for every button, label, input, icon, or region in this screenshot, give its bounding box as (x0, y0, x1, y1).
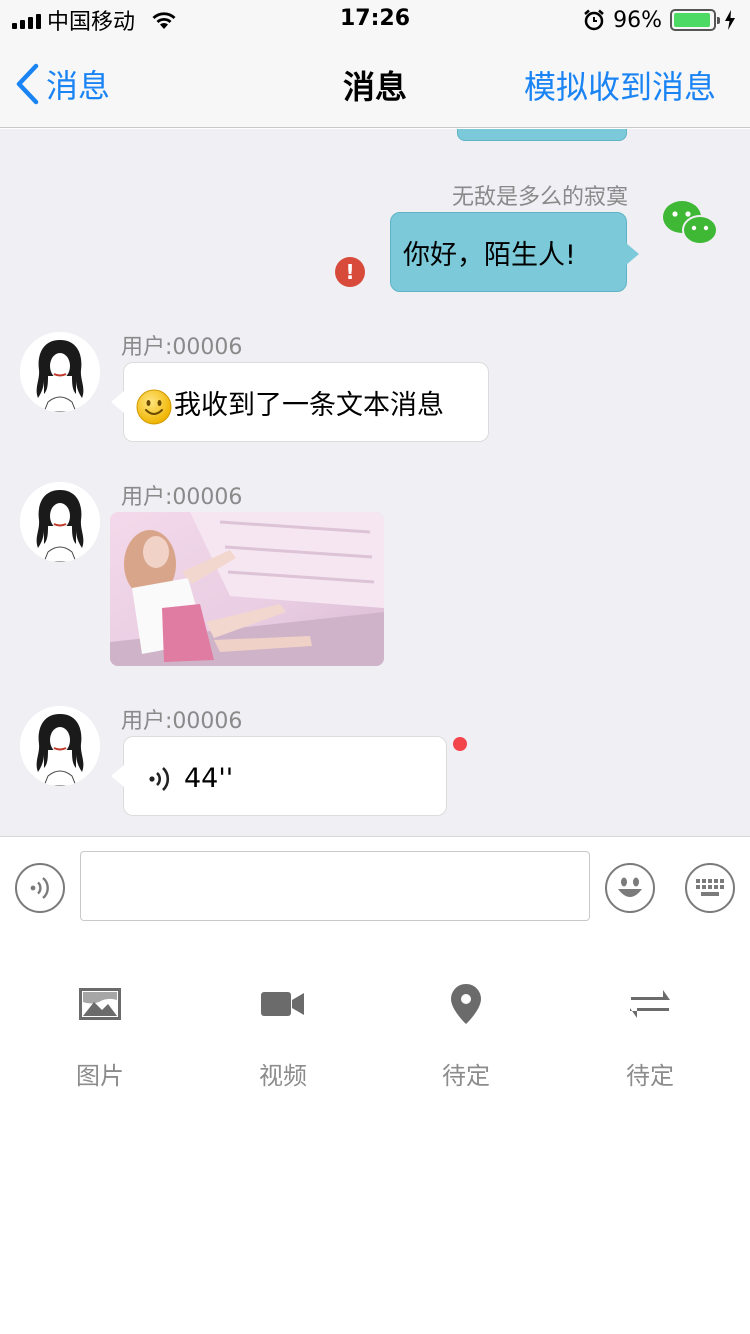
panel-item-video[interactable]: 视频 (223, 980, 343, 1091)
panel-label: 待定 (442, 1062, 490, 1090)
location-pin-icon (451, 984, 481, 1024)
send-error-icon[interactable]: ! (335, 257, 365, 287)
function-panel: 图片 视频 待定 待定 (0, 936, 750, 1334)
alarm-icon (584, 9, 604, 31)
simulate-receive-button[interactable]: 模拟收到消息 (524, 62, 716, 108)
woman-portrait-icon (20, 482, 100, 562)
avatar[interactable] (20, 706, 100, 786)
incoming-sender-name: 用户:00006 (121, 709, 243, 734)
panel-label: 视频 (259, 1062, 307, 1090)
keyboard-icon (696, 879, 724, 896)
smile-emoji-icon (136, 389, 172, 424)
incoming-sender-name: 用户:00006 (121, 485, 243, 510)
charging-bolt-icon (725, 10, 735, 30)
wechat-avatar-icon (663, 201, 718, 245)
panel-label: 图片 (76, 1062, 124, 1090)
image-icon (79, 988, 121, 1020)
photo-thumbnail (110, 512, 384, 666)
voice-message-content: 44'' (124, 737, 446, 794)
image-message[interactable] (110, 512, 384, 666)
emoji-face-icon (618, 877, 642, 897)
panel-item-image[interactable]: 图片 (40, 980, 160, 1091)
emoji-button[interactable] (605, 863, 655, 913)
battery-icon (670, 9, 720, 31)
incoming-text-bubble[interactable]: 我收到了一条文本消息 (111, 362, 489, 442)
chat-area[interactable]: 无敌是多么的寂寞 你好，陌生人! ! 用户:00006 我收到了一条文本消息 用… (0, 129, 750, 836)
message-input[interactable] (80, 851, 590, 921)
battery-percent: 96% (613, 7, 662, 33)
panel-item-swap[interactable]: 待定 (590, 980, 710, 1091)
avatar[interactable] (20, 482, 100, 562)
avatar[interactable] (20, 332, 100, 412)
voice-wave-icon (149, 766, 170, 791)
input-bar (0, 836, 750, 936)
panel-label: 待定 (626, 1062, 674, 1090)
nav-bar: 消息 消息 模拟收到消息 (0, 40, 750, 128)
incoming-text: 我收到了一条文本消息 (174, 390, 444, 421)
video-icon (261, 992, 304, 1016)
incoming-sender-name: 用户:00006 (121, 335, 243, 360)
previous-message-bubble (457, 129, 627, 141)
voice-icon (30, 877, 49, 899)
status-right: 96% (583, 6, 736, 34)
keyboard-button[interactable] (685, 863, 735, 913)
panel-item-location[interactable]: 待定 (406, 980, 526, 1091)
voice-message-bubble[interactable]: 44'' (111, 736, 447, 816)
woman-portrait-icon (20, 706, 100, 786)
outgoing-text: 你好，陌生人! (403, 240, 576, 271)
voice-duration: 44'' (184, 763, 234, 794)
woman-portrait-icon (20, 332, 100, 412)
swap-icon (630, 990, 670, 1018)
outgoing-text-bubble[interactable]: 你好，陌生人! (390, 212, 639, 292)
status-bar: 中国移动 17:26 96% (0, 0, 750, 40)
voice-input-button[interactable] (15, 863, 65, 913)
unread-dot (453, 737, 467, 751)
outgoing-sender-name: 无敌是多么的寂寞 (451, 185, 628, 210)
